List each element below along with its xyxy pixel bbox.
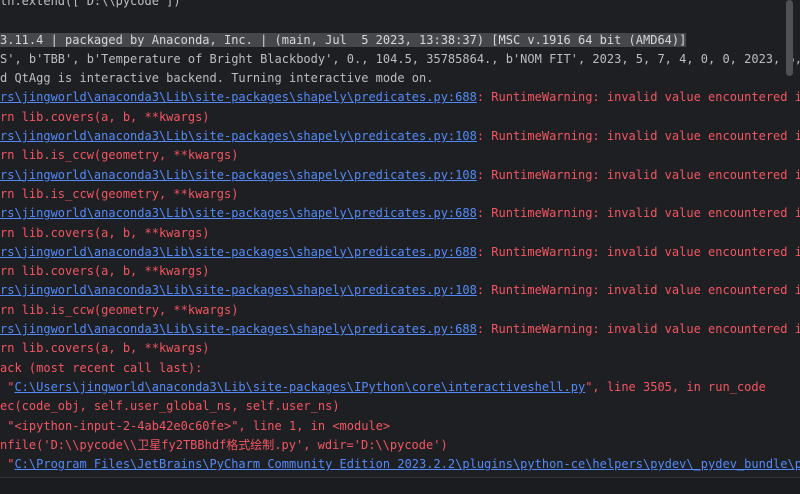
console-line: rs\jingworld\anaconda3\Lib\site-packages…: [0, 320, 800, 339]
console-line: [0, 11, 800, 30]
file-link[interactable]: rs\jingworld\anaconda3\Lib\site-packages…: [0, 206, 477, 220]
console-text: "<ipython-input-2-4ab42e0c60fe>", line 1…: [0, 419, 390, 433]
console-text: : RuntimeWarning: invalid value encounte…: [477, 129, 800, 143]
console-input-bar[interactable]: n [3]:: [0, 477, 800, 494]
console-line: rn lib.covers(a, b, **kwargs): [0, 339, 800, 358]
console-line: d QtAgg is interactive backend. Turning …: [0, 69, 800, 88]
vertical-scrollbar-thumb[interactable]: [786, 0, 793, 76]
console-text: rn lib.covers(a, b, **kwargs): [0, 264, 210, 278]
console-line: ack (most recent call last):: [0, 359, 800, 378]
console-line: rs\jingworld\anaconda3\Lib\site-packages…: [0, 204, 800, 223]
console-text: : RuntimeWarning: invalid value encounte…: [477, 168, 800, 182]
console-line: rn lib.is_ccw(geometry, **kwargs): [0, 185, 800, 204]
console-output: th.extend(['D:\\pycode']) 3.11.4 | packag…: [0, 0, 800, 494]
file-link[interactable]: rs\jingworld\anaconda3\Lib\site-packages…: [0, 129, 477, 143]
console-text: ack (most recent call last):: [0, 361, 202, 375]
console-text: rn lib.is_ccw(geometry, **kwargs): [0, 148, 238, 162]
console-line: rs\jingworld\anaconda3\Lib\site-packages…: [0, 88, 800, 107]
file-link[interactable]: rs\jingworld\anaconda3\Lib\site-packages…: [0, 245, 477, 259]
console-line: nfile('D:\\pycode\\卫星fy2TBBhdf格式绘制.py', …: [0, 436, 800, 455]
console-line: th.extend(['D:\\pycode']): [0, 0, 800, 11]
console-line: S', b'TBB', b'Temperature of Bright Blac…: [0, 50, 800, 69]
console-line: rn lib.covers(a, b, **kwargs): [0, 108, 800, 127]
console-text: ", line 3505, in run_code: [585, 380, 766, 394]
file-link[interactable]: C:\Program Files\JetBrains\PyCharm Commu…: [14, 457, 800, 471]
console-text: rn lib.covers(a, b, **kwargs): [0, 226, 210, 240]
console-text: : RuntimeWarning: invalid value encounte…: [477, 283, 800, 297]
console-line: 3.11.4 | packaged by Anaconda, Inc. | (m…: [0, 31, 800, 50]
console-text: nfile('D:\\pycode\\卫星fy2TBBhdf格式绘制.py', …: [0, 438, 448, 452]
file-link[interactable]: rs\jingworld\anaconda3\Lib\site-packages…: [0, 283, 477, 297]
console-line: rn lib.covers(a, b, **kwargs): [0, 262, 800, 281]
file-link[interactable]: rs\jingworld\anaconda3\Lib\site-packages…: [0, 322, 477, 336]
console-line: ec(code_obj, self.user_global_ns, self.u…: [0, 397, 800, 416]
console-text: ": [0, 380, 14, 394]
console-text: ": [0, 457, 14, 471]
console-text: d QtAgg is interactive backend. Turning …: [0, 71, 433, 85]
console-line: rs\jingworld\anaconda3\Lib\site-packages…: [0, 166, 800, 185]
console-text: ec(code_obj, self.user_global_ns, self.u…: [0, 399, 340, 413]
console-line: rn lib.is_ccw(geometry, **kwargs): [0, 301, 800, 320]
console-text: : RuntimeWarning: invalid value encounte…: [477, 206, 800, 220]
console-text: rn lib.covers(a, b, **kwargs): [0, 341, 210, 355]
file-link[interactable]: rs\jingworld\anaconda3\Lib\site-packages…: [0, 90, 477, 104]
console-text: th.extend(['D:\\pycode']): [0, 0, 181, 8]
console-text: : RuntimeWarning: invalid value encounte…: [477, 245, 800, 259]
python-console[interactable]: th.extend(['D:\\pycode']) 3.11.4 | packag…: [0, 0, 800, 494]
console-line: rn lib.covers(a, b, **kwargs): [0, 224, 800, 243]
console-line: "<ipython-input-2-4ab42e0c60fe>", line 1…: [0, 417, 800, 436]
console-text: : RuntimeWarning: invalid value encounte…: [477, 90, 800, 104]
console-text: rn lib.is_ccw(geometry, **kwargs): [0, 187, 238, 201]
console-text: 3.11.4 | packaged by Anaconda, Inc. | (m…: [0, 33, 686, 47]
console-line: rs\jingworld\anaconda3\Lib\site-packages…: [0, 243, 800, 262]
file-link[interactable]: rs\jingworld\anaconda3\Lib\site-packages…: [0, 168, 477, 182]
console-line: rs\jingworld\anaconda3\Lib\site-packages…: [0, 281, 800, 300]
console-line: rs\jingworld\anaconda3\Lib\site-packages…: [0, 127, 800, 146]
console-line: "C:\Program Files\JetBrains\PyCharm Comm…: [0, 455, 800, 474]
file-link[interactable]: C:\Users\jingworld\anaconda3\Lib\site-pa…: [14, 380, 585, 394]
console-text: S', b'TBB', b'Temperature of Bright Blac…: [0, 52, 800, 66]
console-line: rn lib.is_ccw(geometry, **kwargs): [0, 146, 800, 165]
console-line: "C:\Users\jingworld\anaconda3\Lib\site-p…: [0, 378, 800, 397]
console-text: rn lib.is_ccw(geometry, **kwargs): [0, 303, 238, 317]
console-text: rn lib.covers(a, b, **kwargs): [0, 110, 210, 124]
console-text: : RuntimeWarning: invalid value encounte…: [477, 322, 800, 336]
